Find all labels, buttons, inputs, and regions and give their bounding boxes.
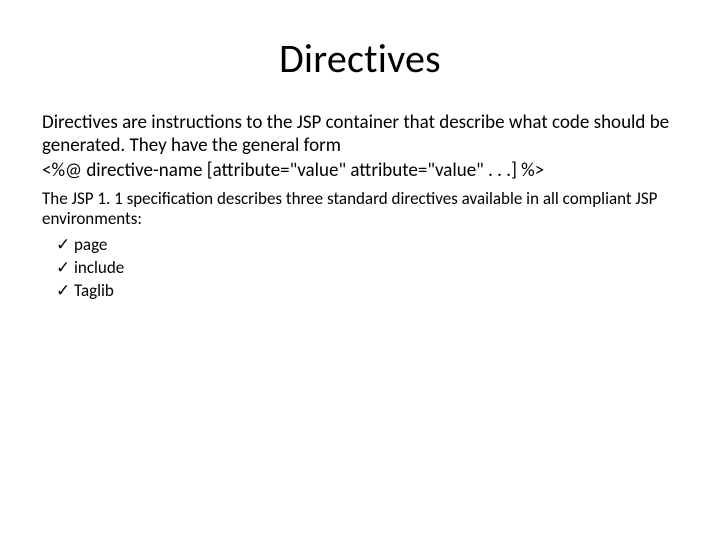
slide: Directives Directives are instructions t… xyxy=(0,0,720,540)
list-item-label: Taglib xyxy=(74,280,114,301)
list-item: ✓ include xyxy=(56,257,678,280)
list-item-label: page xyxy=(74,234,107,255)
list-item: ✓ page xyxy=(56,234,678,257)
list-item: ✓ Taglib xyxy=(56,280,678,303)
check-icon: ✓ xyxy=(56,257,70,280)
list-item-label: include xyxy=(74,257,124,278)
slide-title: Directives xyxy=(42,34,678,83)
check-icon: ✓ xyxy=(56,234,70,257)
check-icon: ✓ xyxy=(56,280,70,303)
spec-paragraph: The JSP 1. 1 specification describes thr… xyxy=(42,189,678,230)
directive-syntax: <%@ directive-name [attribute="value" at… xyxy=(42,159,678,182)
directive-list: ✓ page ✓ include ✓ Taglib xyxy=(42,234,678,303)
intro-paragraph: Directives are instructions to the JSP c… xyxy=(42,111,678,157)
